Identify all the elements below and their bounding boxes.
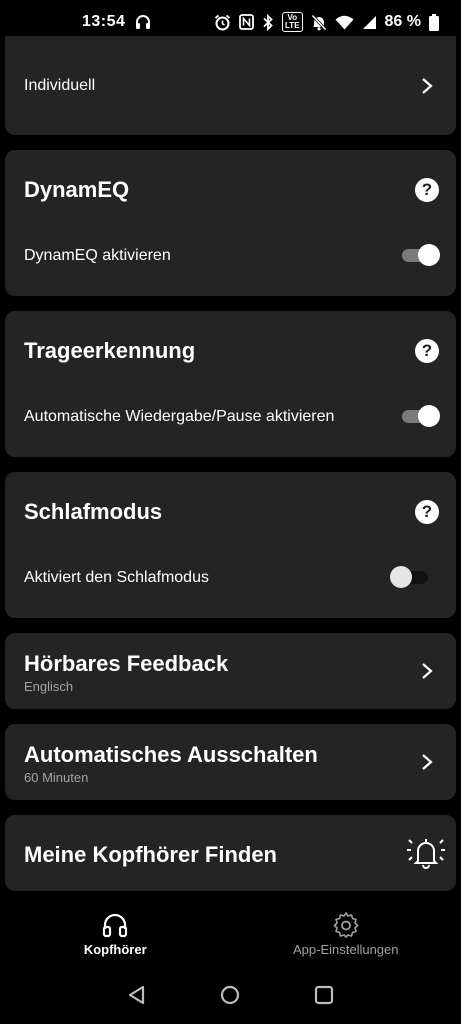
dynameq-toggle[interactable] <box>398 243 440 267</box>
schlafmodus-title: Schlafmodus <box>24 499 163 524</box>
gear-icon <box>333 912 359 938</box>
nav-tab-app-settings[interactable]: App-Einstellungen <box>231 900 461 970</box>
audio-feedback-value: Englisch <box>24 679 74 694</box>
nfc-icon <box>239 14 254 30</box>
audio-feedback-card[interactable]: Hörbares Feedback Englisch <box>5 633 456 709</box>
trageerkennung-title: Trageerkennung <box>24 338 196 363</box>
back-icon[interactable] <box>126 984 148 1006</box>
schlafmodus-card: Schlafmodus ? Aktiviert den Schlafmodus <box>5 472 456 618</box>
headphones-icon <box>135 14 151 30</box>
headphones-icon <box>103 913 128 938</box>
audio-feedback-title: Hörbares Feedback <box>24 651 229 676</box>
dynameq-title: DynamEQ <box>24 177 130 202</box>
eq-preset-card[interactable]: Individuell <box>5 36 456 135</box>
eq-preset-label: Individuell <box>24 77 96 94</box>
help-icon[interactable]: ? <box>415 500 439 524</box>
toggle-thumb <box>390 566 412 588</box>
recents-icon[interactable] <box>313 984 335 1006</box>
battery-icon <box>429 13 439 31</box>
trageerkennung-card: Trageerkennung ? Automatische Wiedergabe… <box>5 311 456 457</box>
wifi-icon <box>335 15 354 30</box>
toggle-thumb <box>418 405 440 427</box>
trageerkennung-toggle[interactable] <box>398 404 440 428</box>
chevron-right-icon <box>422 754 433 770</box>
alarm-icon <box>214 14 231 31</box>
chevron-right-icon <box>422 663 433 679</box>
volte-icon: Vo LTE <box>282 12 303 32</box>
system-navigation-bar <box>0 970 461 1024</box>
chevron-right-icon <box>422 78 433 94</box>
mute-icon <box>310 13 327 31</box>
schlafmodus-toggle-label: Aktiviert den Schlafmodus <box>24 569 209 586</box>
auto-off-title: Automatisches Ausschalten <box>24 742 318 767</box>
dynameq-toggle-label: DynamEQ aktivieren <box>24 247 171 264</box>
schlafmodus-toggle[interactable] <box>390 565 432 589</box>
dynameq-card: DynamEQ ? DynamEQ aktivieren <box>5 150 456 296</box>
nav-tab-headphones[interactable]: Kopfhörer <box>0 900 231 970</box>
bluetooth-icon <box>262 13 274 31</box>
nav-tab-label: Kopfhörer <box>83 942 147 957</box>
clock: 13:54 <box>82 13 126 30</box>
auto-off-card[interactable]: Automatisches Ausschalten 60 Minuten <box>5 724 456 800</box>
find-headphones-title: Meine Kopfhörer Finden <box>24 842 277 867</box>
home-icon[interactable] <box>219 984 241 1006</box>
battery-percent: 86 % <box>384 13 421 30</box>
signal-icon <box>362 15 377 30</box>
ringing-bell-icon <box>407 839 445 869</box>
toggle-thumb <box>418 244 440 266</box>
bottom-navigation: Kopfhörer App-Einstellungen <box>0 900 461 970</box>
trageerkennung-toggle-label: Automatische Wiedergabe/Pause aktivieren <box>24 408 335 425</box>
help-icon[interactable]: ? <box>415 339 439 363</box>
help-icon[interactable]: ? <box>415 178 439 202</box>
auto-off-value: 60 Minuten <box>24 770 89 785</box>
nav-tab-label: App-Einstellungen <box>292 942 399 957</box>
find-headphones-card[interactable]: Meine Kopfhörer Finden <box>5 815 456 891</box>
